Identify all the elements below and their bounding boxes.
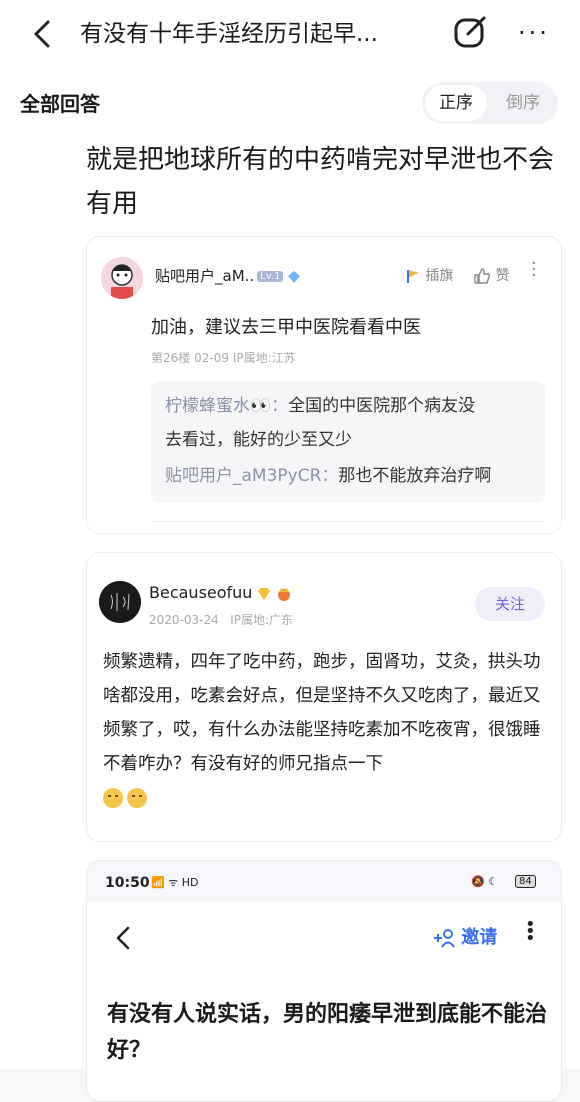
unamused-emoji-icon <box>127 788 147 808</box>
ip-location: IP属地:广东 <box>230 613 294 627</box>
sub-reply: 贴吧用户_aM3PyCR：那也不能放弃治疗啊 <box>165 459 491 493</box>
crown-icon <box>278 587 291 601</box>
gold-diamond-icon <box>258 587 271 600</box>
sub-reply-author[interactable]: 贴吧用户_aM3PyCR： <box>165 466 338 486</box>
comment-card: 贴吧用户_aM.. Lv.1 插旗 赞 · · · 加油，建议去三甲中医院看看中医 第… <box>86 236 562 534</box>
reply-meta: 第26楼 02-09 IP属地:江苏 <box>151 349 296 366</box>
sort-ascending-button[interactable]: 正序 <box>425 85 487 121</box>
follow-button[interactable]: 关注 <box>475 587 545 621</box>
answer-content: 就是把地球所有的中药啃完对早泄也不会有用 贴吧用户_aM.. Lv.1 插旗 赞 … <box>0 138 580 1102</box>
post-meta: 2020-03-24 IP属地:广东 <box>149 611 293 628</box>
username-text: Becauseofuu <box>149 583 253 602</box>
thumbs-up-icon <box>474 268 491 284</box>
reply-date: 02-09 <box>194 351 229 365</box>
flag-label: 插旗 <box>425 268 454 284</box>
comment-card: Becauseofuu 2020-03-24 IP属地:广东 关注 频繁遗精，四… <box>86 552 562 842</box>
flag-button[interactable]: 插旗 <box>405 265 453 285</box>
question-title: 有没有人说实话，男的阳痿早泄到底能不能治好？ <box>107 1002 548 1063</box>
floor-number: 第26楼 <box>151 351 191 365</box>
sub-reply-author[interactable]: 柠檬蜂蜜水👀： <box>165 396 288 416</box>
sort-descending-button[interactable]: 倒序 <box>492 82 554 124</box>
page-title: 有没有十年手淫经历引起早... <box>80 21 378 47</box>
status-bar: 10:50 📶 ᯤ HD 🔕 ☾ 84 <box>87 861 561 901</box>
signal-icon: 📶 ᯤ HD <box>151 876 199 889</box>
username[interactable]: 贴吧用户_aM.. Lv.1 <box>155 265 301 286</box>
sub-reply-text: 全国的中医院那个病友没 <box>288 396 476 416</box>
flag-icon <box>407 270 419 283</box>
more-vertical-icon[interactable]: · · · <box>531 255 537 285</box>
top-bar: 有没有十年手淫经历引起早... ··· <box>0 0 580 68</box>
unamused-emoji-icon <box>103 788 123 808</box>
status-icons: 🔕 ☾ <box>471 875 499 888</box>
add-person-icon <box>434 929 455 948</box>
sub-replies[interactable]: 柠檬蜂蜜水👀：全国的中医院那个病友没 去看过，能好的少至又少 贴吧用户_aM3P… <box>151 381 545 503</box>
avatar[interactable] <box>99 581 141 623</box>
section-title: 全部回答 <box>20 92 100 116</box>
back-arrow-icon <box>116 926 130 950</box>
inner-page: 邀请 • • • 有没有人说实话，男的阳痿早泄到底能不能治好？ <box>87 901 561 1101</box>
post-date: 2020-03-24 <box>149 613 219 627</box>
more-icon[interactable]: ··· <box>518 21 550 45</box>
level-badge: Lv.1 <box>257 271 284 282</box>
invite-label: 邀请 <box>461 927 498 948</box>
back-arrow-icon[interactable] <box>28 18 60 50</box>
more-vertical-icon: • • • <box>525 914 536 949</box>
cartoon-avatar-icon <box>101 257 143 299</box>
like-button[interactable]: 赞 <box>473 265 509 285</box>
ip-location: IP属地:江苏 <box>232 351 296 365</box>
battery-icon: 84 <box>515 875 536 888</box>
post-body: 频繁遗精，四年了吃中药，跑步，固肾功，艾灸，拱头功啥都没用，吃素会好点，但是坚持… <box>103 645 549 815</box>
like-label: 赞 <box>495 268 510 284</box>
answer-text: 就是把地球所有的中药啃完对早泄也不会有用 <box>86 145 555 219</box>
edit-icon[interactable] <box>452 14 490 52</box>
sub-reply-text: 那也不能放弃治疗啊 <box>338 466 492 486</box>
username-text: 贴吧用户_aM.. <box>155 267 255 285</box>
post-body-text: 频繁遗精，四年了吃中药，跑步，固肾功，艾灸，拱头功啥都没用，吃素会好点，但是坚持… <box>103 652 541 774</box>
verified-diamond-icon <box>288 270 301 283</box>
dark-avatar-icon <box>99 581 141 623</box>
embedded-screenshot[interactable]: 10:50 📶 ᯤ HD 🔕 ☾ 84 邀请 • • • 有没有人说实话，男的阳痿早… <box>86 860 562 1102</box>
sub-reply: 柠檬蜂蜜水👀：全国的中医院那个病友没 <box>165 389 475 423</box>
answers-header: 全部回答 正序 倒序 <box>0 68 580 139</box>
sort-toggle: 正序 倒序 <box>422 82 558 124</box>
status-time: 10:50 <box>105 875 150 891</box>
avatar[interactable] <box>101 257 143 299</box>
divider <box>151 521 545 522</box>
username[interactable]: Becauseofuu <box>149 583 292 602</box>
reply-text: 加油，建议去三甲中医院看看中医 <box>151 317 421 338</box>
sub-reply: 去看过，能好的少至又少 <box>165 423 352 457</box>
invite-button: 邀请 <box>433 923 497 949</box>
sub-reply-text: 去看过，能好的少至又少 <box>165 430 352 450</box>
